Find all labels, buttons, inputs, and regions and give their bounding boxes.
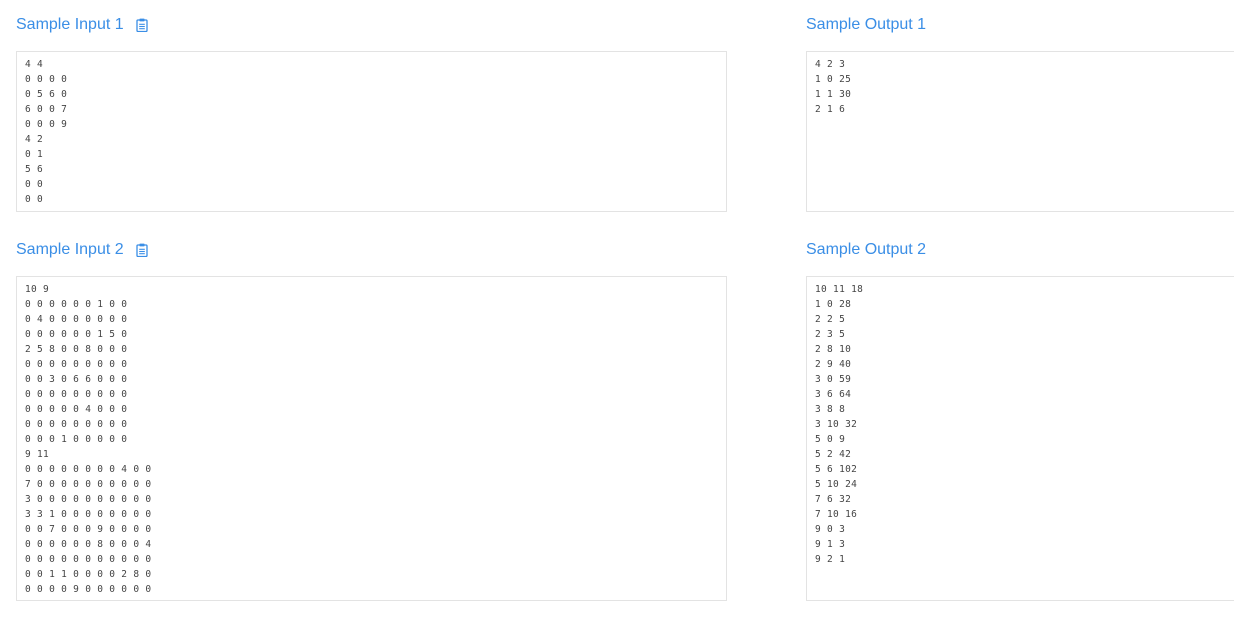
sample-output-2-label: Sample Output 2: [806, 241, 927, 258]
sample-input-1-label: Sample Input 1: [16, 16, 124, 33]
clipboard-icon[interactable]: [136, 243, 148, 258]
sample-output-2-content: 10 11 18 1 0 28 2 2 5 2 3 5 2 8 10 2 9 4…: [815, 284, 864, 565]
clipboard-icon[interactable]: [136, 18, 148, 33]
sample-input-2-content: 10 9 0 0 0 0 0 0 1 0 0 0 4 0 0 0 0 0 0 0…: [25, 284, 152, 595]
sample-output-1-title: Sample Output 1: [806, 15, 926, 35]
sample-input-2-title: Sample Input 2: [16, 240, 148, 260]
sample-output-1-box: 4 2 3 1 0 25 1 1 30 2 1 6: [806, 51, 1234, 212]
sample-output-2-box: 10 11 18 1 0 28 2 2 5 2 3 5 2 8 10 2 9 4…: [806, 276, 1234, 601]
sample-input-1-content: 4 4 0 0 0 0 0 5 6 0 6 0 0 7 0 0 0 9 4 2 …: [25, 59, 68, 205]
sample-input-2-section: Sample Input 2 10 9 0 0 0 0 0 0 1 0 0 0 …: [16, 240, 727, 601]
sample-input-2-label: Sample Input 2: [16, 241, 124, 258]
sample-output-1-content: 4 2 3 1 0 25 1 1 30 2 1 6: [815, 59, 852, 115]
sample-input-1-section: Sample Input 1 4 4 0 0 0 0 0 5 6 0 6 0 0…: [16, 15, 727, 212]
sample-input-1-box: 4 4 0 0 0 0 0 5 6 0 6 0 0 7 0 0 0 9 4 2 …: [16, 51, 727, 212]
sample-output-1-section: Sample Output 1 4 2 3 1 0 25 1 1 30 2 1 …: [806, 15, 1234, 212]
sample-output-1-label: Sample Output 1: [806, 16, 927, 33]
sample-input-1-title: Sample Input 1: [16, 15, 148, 35]
sample-output-2-title: Sample Output 2: [806, 240, 926, 260]
sample-output-2-section: Sample Output 2 10 11 18 1 0 28 2 2 5 2 …: [806, 240, 1234, 601]
sample-input-2-box: 10 9 0 0 0 0 0 0 1 0 0 0 4 0 0 0 0 0 0 0…: [16, 276, 727, 601]
